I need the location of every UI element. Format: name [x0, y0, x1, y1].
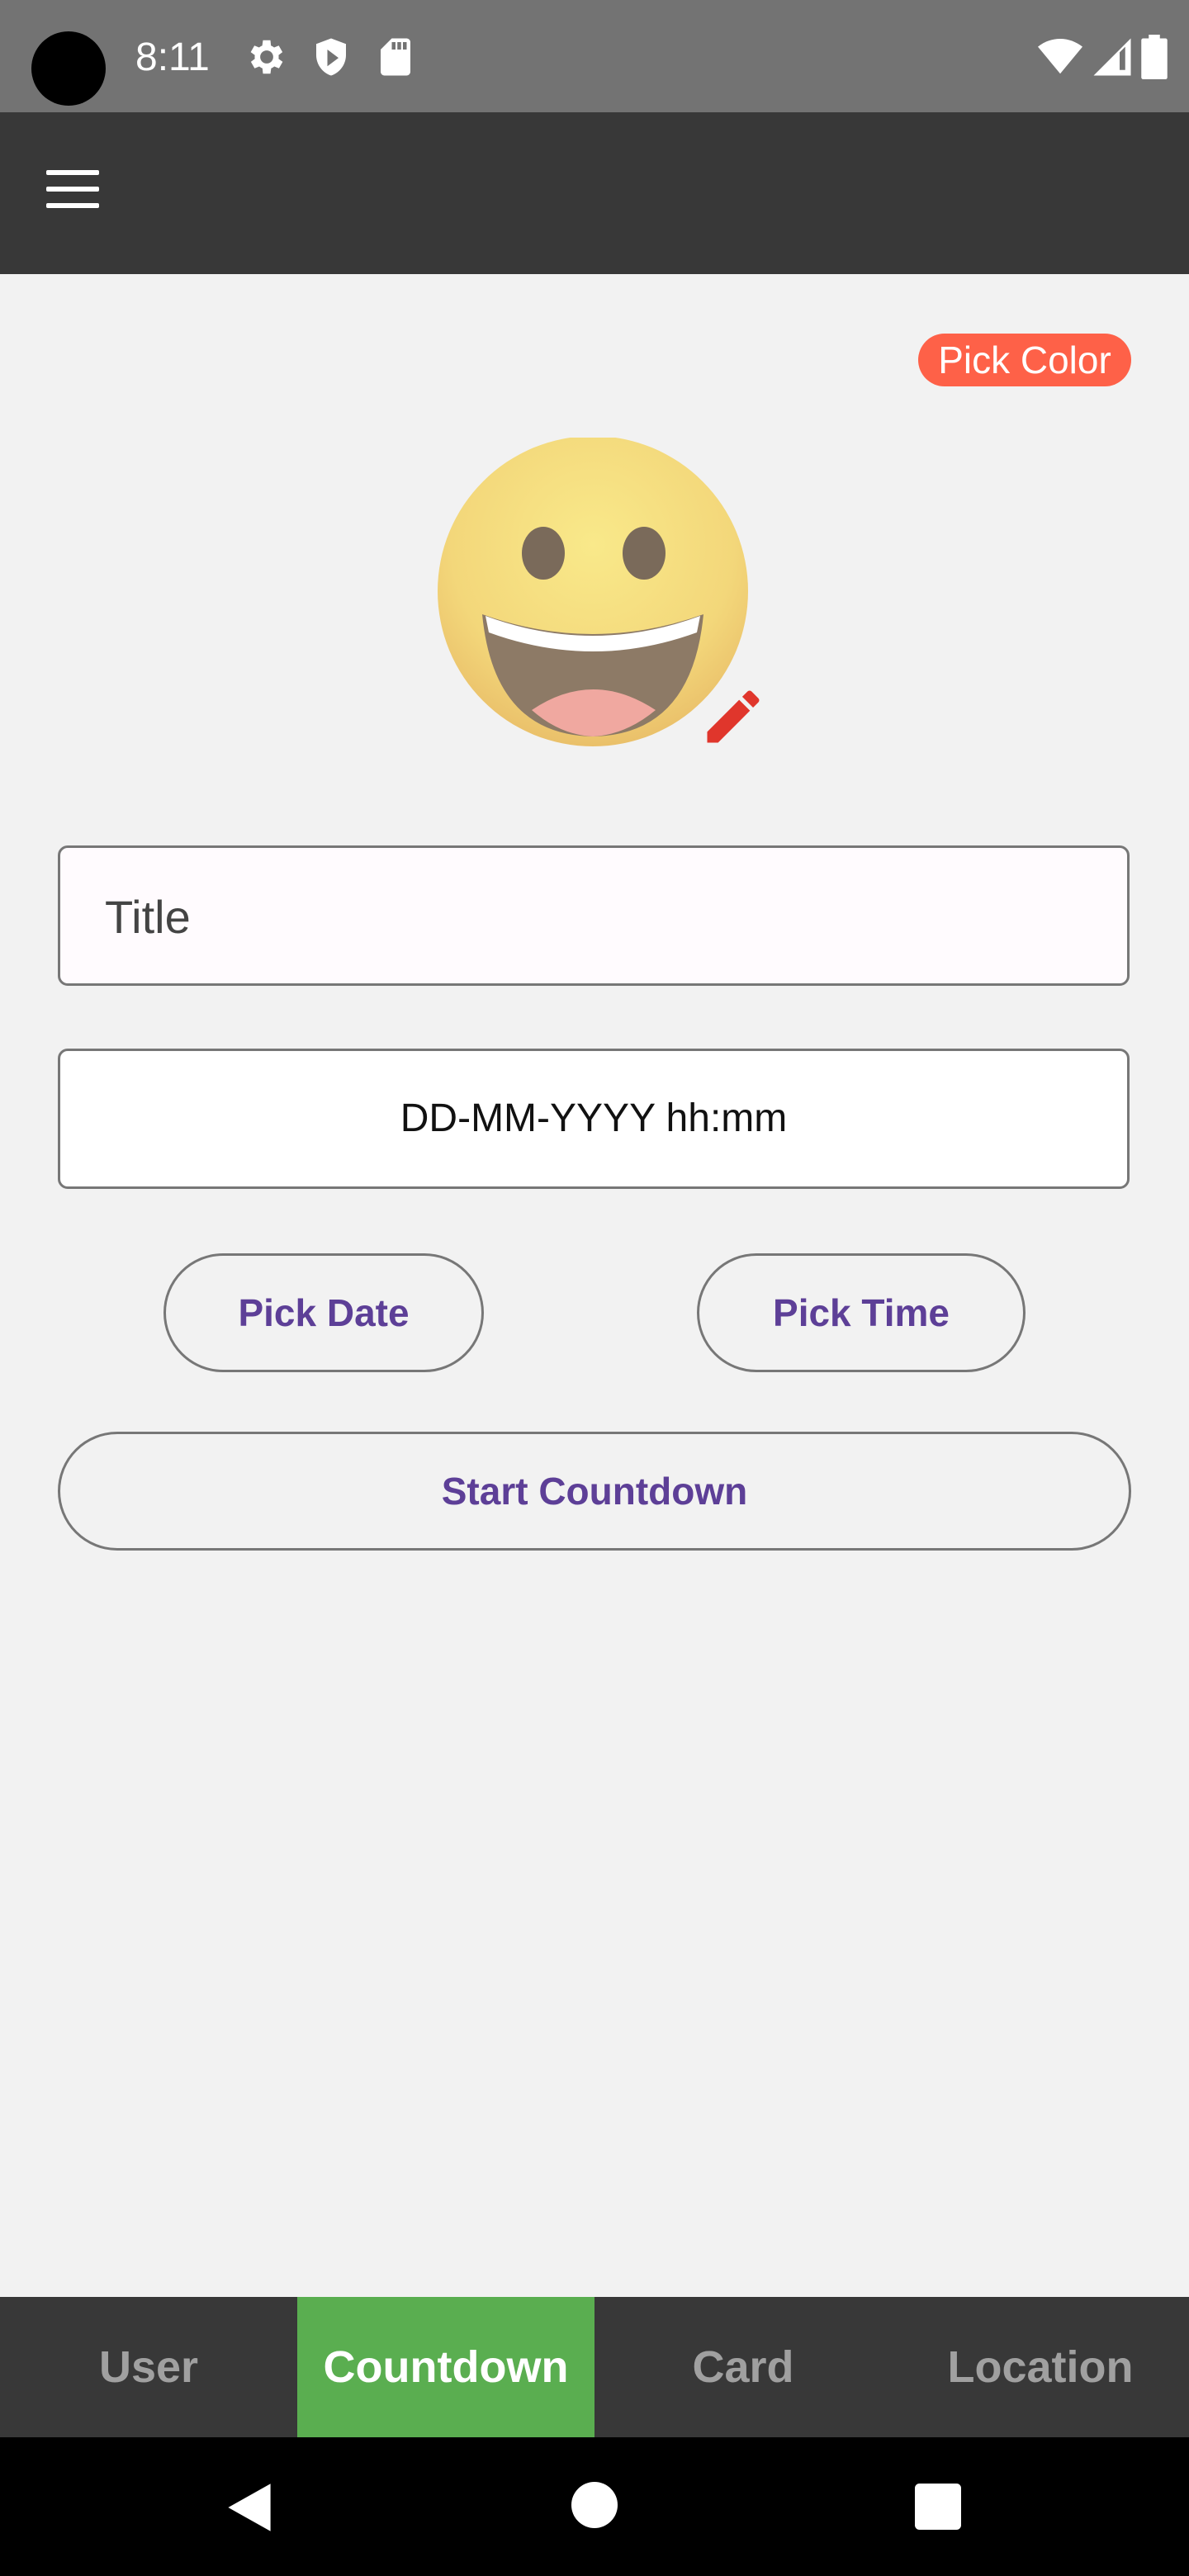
hamburger-menu-icon[interactable]	[46, 170, 106, 216]
tab-location[interactable]: Location	[892, 2297, 1189, 2437]
signal-icon	[1093, 38, 1131, 76]
datetime-text: DD-MM-YYYY hh:mm	[400, 1096, 788, 1140]
sd-card-icon	[381, 38, 410, 76]
title-placeholder: Title	[105, 891, 191, 943]
bottom-tab-bar: User Countdown Card Location	[0, 2297, 1189, 2437]
status-time: 8:11	[135, 36, 210, 79]
camera-cutout	[31, 31, 106, 106]
back-icon[interactable]	[223, 2480, 276, 2535]
tab-countdown[interactable]: Countdown	[297, 2297, 594, 2437]
tab-user[interactable]: User	[0, 2297, 297, 2437]
pencil-icon[interactable]	[699, 682, 768, 751]
wifi-icon	[1038, 38, 1082, 74]
battery-icon	[1141, 35, 1168, 79]
shield-icon	[316, 38, 346, 76]
title-input[interactable]: Title	[58, 845, 1130, 986]
app-bar	[0, 112, 1189, 274]
start-countdown-button[interactable]: Start Countdown	[58, 1432, 1131, 1551]
status-bar: 8:11	[0, 0, 1189, 112]
datetime-field[interactable]: DD-MM-YYYY hh:mm	[58, 1049, 1130, 1189]
tab-card[interactable]: Card	[594, 2297, 892, 2437]
pick-color-button[interactable]: Pick Color	[918, 334, 1131, 386]
emoji-picker[interactable]	[434, 436, 775, 760]
pick-time-button[interactable]: Pick Time	[697, 1253, 1026, 1372]
home-icon[interactable]	[571, 2482, 618, 2528]
pick-date-button[interactable]: Pick Date	[163, 1253, 484, 1372]
recents-icon[interactable]	[915, 2484, 961, 2530]
system-nav-bar	[0, 2437, 1189, 2576]
gear-icon	[250, 40, 283, 74]
